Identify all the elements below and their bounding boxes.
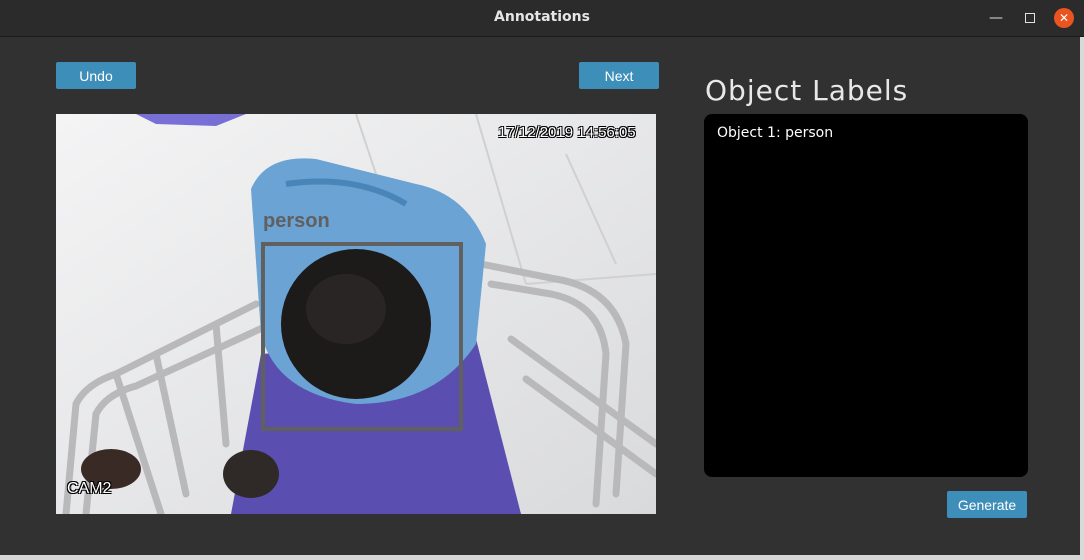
camera-frame-image <box>56 114 656 514</box>
object-labels-heading: Object Labels <box>705 74 909 107</box>
window-title: Annotations <box>494 9 590 25</box>
title-bar: Annotations — ✕ <box>0 0 1084 37</box>
list-item[interactable]: Object 1: person <box>717 125 833 141</box>
minimize-icon: — <box>989 10 1003 26</box>
object-labels-list[interactable]: Object 1: person <box>704 114 1028 477</box>
background-edge <box>1080 37 1084 560</box>
maximize-icon <box>1025 13 1035 23</box>
timestamp-overlay: 17/12/2019 14:56:05 <box>498 124 636 141</box>
background-strip <box>0 555 1080 560</box>
camera-id-overlay: CAM2 <box>67 480 112 497</box>
next-button[interactable]: Next <box>579 62 659 89</box>
minimize-button[interactable]: — <box>986 8 1006 28</box>
annotation-canvas[interactable]: person 17/12/2019 14:56:05 CAM2 <box>56 114 656 514</box>
annotation-label: person <box>263 210 330 232</box>
close-icon: ✕ <box>1058 11 1070 25</box>
maximize-button[interactable] <box>1020 8 1040 28</box>
generate-button[interactable]: Generate <box>947 491 1027 518</box>
undo-button[interactable]: Undo <box>56 62 136 89</box>
close-button[interactable]: ✕ <box>1054 8 1074 28</box>
